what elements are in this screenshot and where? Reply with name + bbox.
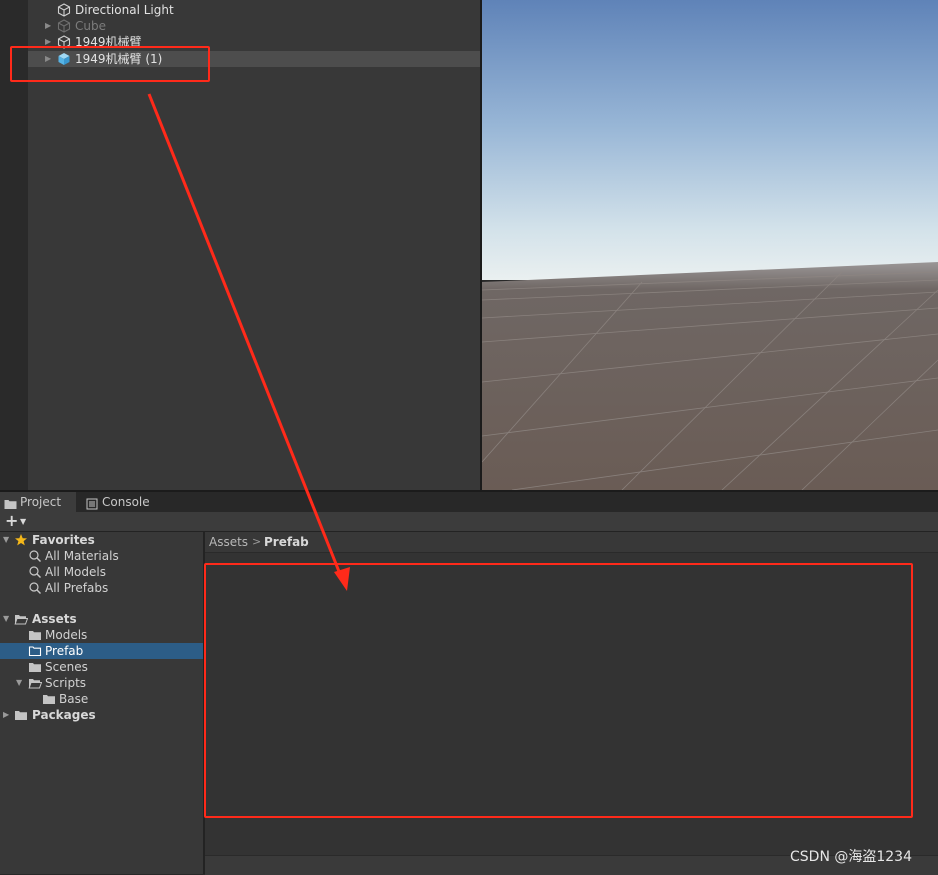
collapse-arrow-icon[interactable]: ▼ (3, 611, 13, 627)
search-icon (28, 549, 42, 563)
expand-arrow-icon[interactable]: ▶ (45, 18, 55, 34)
annotation-box-source (10, 46, 210, 82)
tree-item-assets[interactable]: ▼ Assets (0, 611, 203, 627)
folder-icon (42, 692, 56, 706)
bottom-tab-bar: Project Console (0, 492, 938, 512)
folder-open-icon (28, 676, 43, 690)
create-asset-button[interactable]: + ▼ (3, 513, 31, 529)
watermark-text: CSDN @海盗1234 (790, 849, 912, 865)
tab-label: Console (102, 495, 150, 509)
tree-item-label: Assets (32, 612, 77, 626)
folder-icon (28, 628, 42, 642)
scene-view[interactable] (482, 0, 938, 490)
tree-item-all-prefabs[interactable]: All Prefabs (0, 580, 203, 596)
folder-open-icon (14, 612, 29, 626)
expand-arrow-icon[interactable]: ▶ (3, 707, 13, 723)
hierarchy-item-label: Directional Light (75, 3, 174, 17)
hierarchy-item-directional-light[interactable]: Directional Light (28, 2, 480, 18)
tree-item-base[interactable]: Base (0, 691, 203, 707)
annotation-box-target (204, 563, 913, 818)
tree-item-label: Prefab (45, 644, 84, 658)
hierarchy-item-label: Cube (75, 19, 106, 33)
tree-item-label: Base (59, 692, 89, 706)
star-icon (14, 533, 28, 547)
tree-item-label: Favorites (32, 533, 95, 547)
tree-item-prefab[interactable]: Prefab (0, 643, 203, 659)
tree-item-label: Models (45, 628, 88, 642)
tree-item-scenes[interactable]: Scenes (0, 659, 203, 675)
tree-item-models[interactable]: Models (0, 627, 203, 643)
breadcrumb: Assets > Prefab (205, 532, 938, 553)
project-toolbar: + ▼ (0, 512, 938, 532)
breadcrumb-item-assets[interactable]: Assets (209, 532, 248, 552)
plus-icon: + (5, 511, 19, 530)
chevron-right-icon: > (252, 535, 262, 548)
tree-item-label: All Materials (45, 549, 119, 563)
tree-item-label: Scripts (45, 676, 87, 690)
folder-icon (14, 708, 28, 722)
tree-item-all-models[interactable]: All Models (0, 564, 203, 580)
search-icon (28, 581, 42, 595)
cube-outline-icon (57, 19, 71, 33)
collapse-arrow-icon[interactable]: ▼ (3, 532, 13, 548)
collapse-arrow-icon[interactable]: ▼ (16, 675, 26, 691)
breadcrumb-item-current[interactable]: Prefab (264, 532, 309, 552)
tab-console[interactable]: Console (82, 492, 162, 512)
tree-item-packages[interactable]: ▶ Packages (0, 707, 203, 723)
tree-item-label: All Models (45, 565, 106, 579)
tree-item-label: Packages (32, 708, 96, 722)
folder-icon (28, 660, 42, 674)
hierarchy-item-cube[interactable]: ▶ Cube (28, 18, 480, 34)
tab-project[interactable]: Project (0, 492, 76, 512)
folder-outline-icon (28, 644, 42, 658)
search-icon (28, 565, 42, 579)
tree-item-label: Scenes (45, 660, 88, 674)
console-icon (86, 496, 99, 510)
folder-icon (4, 496, 17, 509)
cube-outline-icon (57, 3, 71, 17)
tree-item-label: All Prefabs (45, 581, 109, 595)
caret-down-icon: ▼ (20, 517, 27, 526)
tree-item-scripts[interactable]: ▼ Scripts (0, 675, 203, 691)
tree-item-favorites[interactable]: ▼ Favorites (0, 532, 203, 548)
tab-label: Project (20, 495, 62, 509)
tree-item-all-materials[interactable]: All Materials (0, 548, 203, 564)
project-folder-tree: ▼ Favorites All Materials All Models All… (0, 532, 203, 874)
